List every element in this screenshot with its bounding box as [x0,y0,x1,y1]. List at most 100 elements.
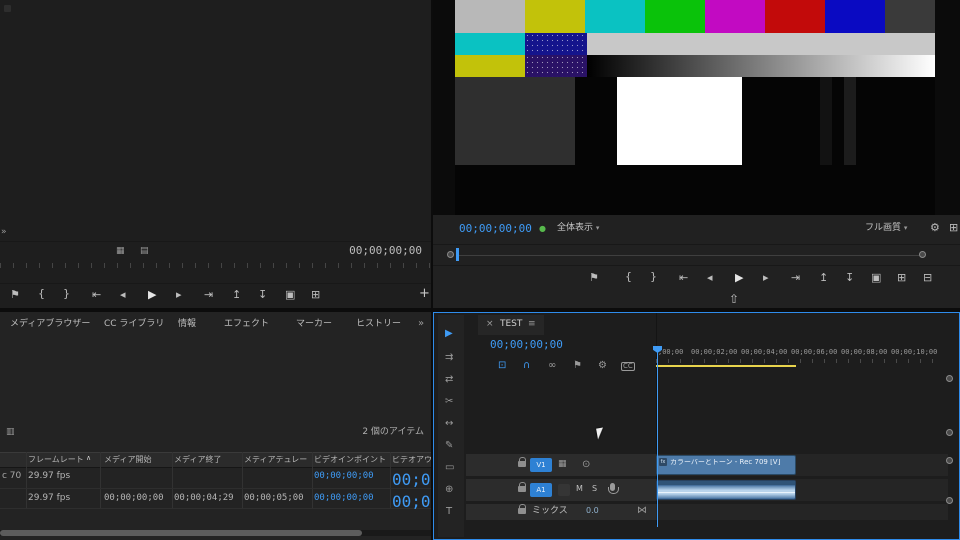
sequence-tab-label[interactable]: TEST [500,320,522,329]
panel-menu-icon[interactable] [4,5,11,12]
scrub-knob-left[interactable] [447,251,454,258]
slip-tool[interactable]: ↔ [445,419,453,429]
col-video-out[interactable]: ビデオアウトポイント [392,456,431,464]
v-scrollbar-thumb[interactable] [946,429,953,436]
tab-markers[interactable]: マーカー [296,320,332,329]
mute-button[interactable]: M [576,485,583,493]
button-editor-icon[interactable]: ⊞ [949,222,958,233]
insert-icon[interactable]: ↥ [232,289,241,300]
tab-media-browser[interactable]: メディアブラウザー [10,320,90,329]
mark-in-icon[interactable]: { [625,271,632,282]
linked-selection-icon[interactable]: ∞ [548,361,556,371]
add-marker-icon[interactable]: ⚑ [589,272,599,283]
scrub-knob-right[interactable] [919,251,926,258]
timeline-timecode[interactable]: 00;00;00;00 [490,339,563,350]
step-back-icon[interactable]: ◂ [707,272,713,283]
source-mini-ruler[interactable] [0,263,431,268]
insert-icon[interactable]: ⊞ [897,272,906,283]
playhead-line[interactable] [657,351,658,527]
tab-effects[interactable]: エフェクト [224,320,269,329]
track-lock-icon[interactable] [518,504,526,514]
source-timecode[interactable]: 00;00;00;00 [330,245,422,256]
col-framerate[interactable]: フレームレート [28,456,84,464]
pen-tool[interactable]: ✎ [445,441,453,451]
extract-icon[interactable]: ↧ [845,272,854,283]
sync-lock-icon[interactable]: ▦ [558,460,567,469]
v-scrollbar-thumb[interactable] [946,497,953,504]
mix-level-value[interactable]: 0.0 [586,507,599,515]
add-marker-icon[interactable]: ⚑ [573,361,582,371]
track-lock-icon[interactable] [518,482,526,492]
export-frame-icon[interactable]: ▣ [871,272,881,283]
keyframe-bowtie-icon[interactable]: ⋈ [637,506,647,516]
lift-icon[interactable]: ↥ [819,272,828,283]
cell-video-out[interactable]: 00;00;00;00 [392,472,431,488]
overwrite-icon[interactable]: ↧ [258,289,267,300]
add-button[interactable]: + [419,287,430,300]
export-frame-icon[interactable]: ▣ [285,289,295,300]
panel-menu-icon[interactable]: ≡ [528,320,536,329]
mark-in-icon[interactable]: { [38,288,45,299]
go-to-out-icon[interactable]: ⇥ [204,289,213,300]
step-back-icon[interactable]: ◂ [120,289,126,300]
col-video-in[interactable]: ビデオインポイント [314,456,386,464]
overwrite-icon[interactable]: ⊟ [923,272,932,283]
ripple-edit-tool[interactable]: ⇄ [445,375,453,385]
track-a1-target-badge[interactable]: A1 [530,483,552,497]
timeline-settings-icon[interactable]: ⚙ [598,361,607,371]
razor-tool[interactable]: ✂ [445,397,453,407]
sort-arrow-icon[interactable]: ∧ [86,455,91,462]
drag-video-icon[interactable]: ⊞ [311,289,320,300]
tab-overflow-icon[interactable]: » [418,319,424,329]
cell-video-out[interactable]: 00;00;00;00 [392,494,431,510]
settings-wrench-icon[interactable]: ⚙ [930,222,940,233]
fit-select[interactable]: 全体表示 ▾ [557,224,599,233]
add-marker-icon[interactable]: ⚑ [10,289,20,300]
track-v1-target-badge[interactable]: V1 [530,458,552,472]
tab-cc-libraries[interactable]: CC ライブラリ [104,320,164,329]
col-media-end[interactable]: メディア終了 [174,456,221,464]
step-forward-icon[interactable]: ▸ [176,289,182,300]
solo-button[interactable]: S [592,485,597,493]
step-forward-icon[interactable]: ▸ [763,272,769,283]
list-view-icon[interactable]: ▥ [6,428,15,437]
safe-margins-icon[interactable]: ▦ [116,247,125,256]
type-tool[interactable]: T [446,507,452,517]
rectangle-tool[interactable]: ▭ [445,463,454,473]
work-area-bar[interactable] [656,365,796,367]
quality-select[interactable]: フル画質 ▾ [865,224,907,233]
panel-overflow-icon[interactable]: » [1,228,7,237]
program-timecode[interactable]: 00;00;00;00 [459,223,532,234]
timeline-ruler[interactable]: ;00;00 00;00;02;00 00;00;04;00 00;00;06;… [656,347,940,363]
v-scrollbar-thumb[interactable] [946,457,953,464]
h-scrollbar-thumb[interactable] [0,530,362,536]
snap-icon[interactable]: ∩ [523,361,530,371]
voiceover-mic-icon[interactable] [608,483,619,494]
sync-lock-icon[interactable] [558,484,570,496]
button-editor-icon[interactable]: ▤ [140,247,149,256]
play-icon[interactable]: ▶ [735,272,743,283]
quick-export-icon[interactable]: ⇧ [729,293,739,305]
tab-history[interactable]: ヒストリー [356,320,401,329]
col-media-duration[interactable]: メディアデュレーション [244,456,308,464]
track-lock-icon[interactable] [518,457,526,467]
hand-tool[interactable]: ⊕ [445,485,453,495]
mark-out-icon[interactable]: } [650,271,657,282]
track-select-tool[interactable]: ⇉ [445,353,453,363]
cell-video-in[interactable]: 00;00;00;00 [314,494,374,503]
h-scrollbar-track[interactable] [0,530,431,536]
captions-icon[interactable]: CC [621,362,635,371]
close-icon[interactable]: × [486,320,494,329]
go-to-in-icon[interactable]: ⇤ [92,289,101,300]
go-to-in-icon[interactable]: ⇤ [679,272,688,283]
video-clip[interactable]: fx カラーバーとトーン - Rec 709 [V] [656,455,796,475]
tab-info[interactable]: 情報 [178,320,196,329]
selection-tool[interactable]: ▶ [445,329,453,339]
v-scrollbar-thumb[interactable] [946,375,953,382]
col-media-start[interactable]: メディア開始 [104,456,151,464]
nest-icon[interactable]: ⊡ [498,361,506,371]
play-icon[interactable]: ▶ [148,289,156,300]
program-playhead[interactable] [456,248,459,261]
program-scrub-track[interactable] [457,255,919,256]
mark-out-icon[interactable]: } [63,288,70,299]
